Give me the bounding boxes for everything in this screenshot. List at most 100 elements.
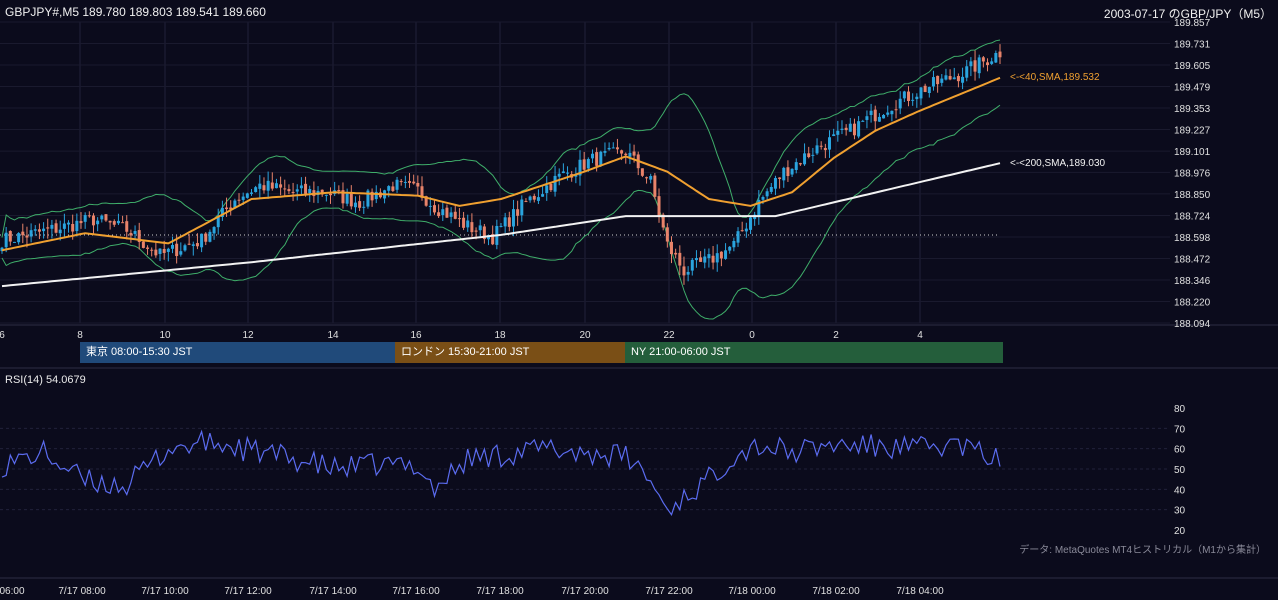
candle-body bbox=[337, 190, 341, 192]
candle-body bbox=[736, 231, 740, 243]
candle-body bbox=[649, 176, 653, 180]
session-band-newyork: NY 21:00-06:00 JST bbox=[625, 342, 1003, 363]
rsi-line bbox=[1, 429, 1001, 517]
candle-body bbox=[79, 221, 83, 224]
candle-body bbox=[786, 167, 790, 177]
rsi-level-label: 20 bbox=[1174, 526, 1186, 537]
candle-body bbox=[769, 186, 773, 192]
price-tick-label: 188.976 bbox=[1174, 168, 1211, 179]
candle-body bbox=[112, 221, 116, 225]
time-tick-label: 22 bbox=[663, 330, 675, 341]
candle-body bbox=[507, 217, 511, 227]
candle-body bbox=[915, 96, 919, 100]
candle-body bbox=[428, 205, 432, 207]
candle-body bbox=[204, 233, 208, 242]
candle-body bbox=[986, 62, 990, 66]
time-tick-label: 16 bbox=[410, 330, 422, 341]
candle-body bbox=[811, 154, 815, 156]
rsi-time-tick-label: 7/18 02:00 bbox=[812, 586, 860, 597]
candle-body bbox=[761, 197, 765, 200]
candle-body bbox=[520, 199, 524, 216]
candle-body bbox=[100, 215, 104, 220]
rsi-time-tick-label: 7/17 22:00 bbox=[645, 586, 693, 597]
candle-body bbox=[104, 214, 108, 221]
grid-lines bbox=[0, 21, 1170, 511]
rsi-time-tick-label: 7/17 12:00 bbox=[224, 586, 272, 597]
candle-body bbox=[304, 183, 308, 194]
candle-body bbox=[773, 178, 777, 189]
rsi-time-tick-label: 7/17 10:00 bbox=[141, 586, 189, 597]
time-tick-label: 8 bbox=[77, 330, 83, 341]
price-tick-label: 188.724 bbox=[1174, 211, 1211, 222]
candle-body bbox=[819, 145, 823, 147]
candle-body bbox=[669, 241, 673, 255]
candle-body bbox=[12, 241, 16, 243]
candle-body bbox=[329, 193, 333, 196]
candle-body bbox=[516, 209, 520, 216]
candle-body bbox=[927, 87, 931, 93]
candle-body bbox=[245, 193, 249, 198]
candle-body bbox=[877, 116, 881, 122]
bollinger-upper-line bbox=[1, 39, 1001, 238]
candle-body bbox=[141, 241, 145, 248]
candle-body bbox=[628, 152, 632, 157]
candle-body bbox=[840, 128, 844, 130]
candle-body bbox=[133, 231, 137, 234]
candle-body bbox=[566, 172, 570, 174]
rsi-time-axis: 06:00 7/17 08:00 7/17 10:00 7/17 12:00 7/17 … bbox=[0, 586, 944, 597]
candle-body bbox=[711, 255, 715, 263]
candle-body bbox=[902, 91, 906, 99]
candle-body bbox=[582, 159, 586, 170]
candle-body bbox=[362, 206, 366, 208]
candle-body bbox=[449, 212, 453, 217]
candle-body bbox=[37, 229, 41, 232]
price-tick-label: 188.472 bbox=[1174, 254, 1211, 265]
time-tick-label: 14 bbox=[327, 330, 339, 341]
sma40-label: <-<40,SMA,189.532 bbox=[1010, 72, 1100, 83]
time-tick-label: 10 bbox=[159, 330, 171, 341]
candle-body bbox=[71, 223, 75, 232]
candle-body bbox=[324, 194, 328, 196]
candle-body bbox=[499, 225, 503, 227]
candle-body bbox=[686, 271, 690, 275]
candle-body bbox=[524, 201, 528, 203]
candle-body bbox=[590, 153, 594, 159]
candle-body bbox=[399, 181, 403, 183]
candle-body bbox=[474, 230, 478, 232]
candle-body bbox=[931, 77, 935, 87]
time-axis: 6 8 10 12 14 16 18 20 22 0 2 4 bbox=[0, 330, 923, 341]
candle-body bbox=[911, 99, 915, 101]
candle-body bbox=[728, 246, 732, 251]
candle-body bbox=[832, 134, 836, 137]
candle-body bbox=[478, 225, 482, 231]
candle-body bbox=[836, 130, 840, 135]
candle-body bbox=[657, 196, 661, 216]
rsi-time-tick-label: 7/17 18:00 bbox=[476, 586, 524, 597]
candle-body bbox=[146, 247, 150, 249]
time-tick-label: 0 bbox=[749, 330, 755, 341]
rsi-level-label: 60 bbox=[1174, 445, 1186, 456]
chart-date-title: 2003-07-17 のGBP/JPY（M5） bbox=[1103, 7, 1272, 21]
candle-body bbox=[349, 193, 353, 207]
candle-body bbox=[87, 215, 91, 217]
candle-body bbox=[295, 189, 299, 192]
candle-body bbox=[453, 211, 457, 219]
candle-body bbox=[624, 153, 628, 156]
rsi-level-label: 70 bbox=[1174, 424, 1186, 435]
candle-body bbox=[952, 77, 956, 80]
candle-body bbox=[541, 194, 545, 197]
candle-body bbox=[121, 222, 125, 224]
candle-body bbox=[865, 116, 869, 120]
candle-body bbox=[948, 76, 952, 80]
candle-body bbox=[882, 115, 886, 119]
candle-body bbox=[861, 120, 865, 122]
candle-body bbox=[561, 171, 565, 174]
time-tick-label: 20 bbox=[579, 330, 591, 341]
time-tick-label: 6 bbox=[0, 330, 5, 341]
candle-body bbox=[42, 228, 46, 232]
candle-body bbox=[765, 191, 769, 197]
candle-body bbox=[620, 150, 624, 154]
candle-body bbox=[212, 227, 216, 234]
price-tick-label: 188.598 bbox=[1174, 233, 1211, 244]
candle-body bbox=[898, 98, 902, 109]
